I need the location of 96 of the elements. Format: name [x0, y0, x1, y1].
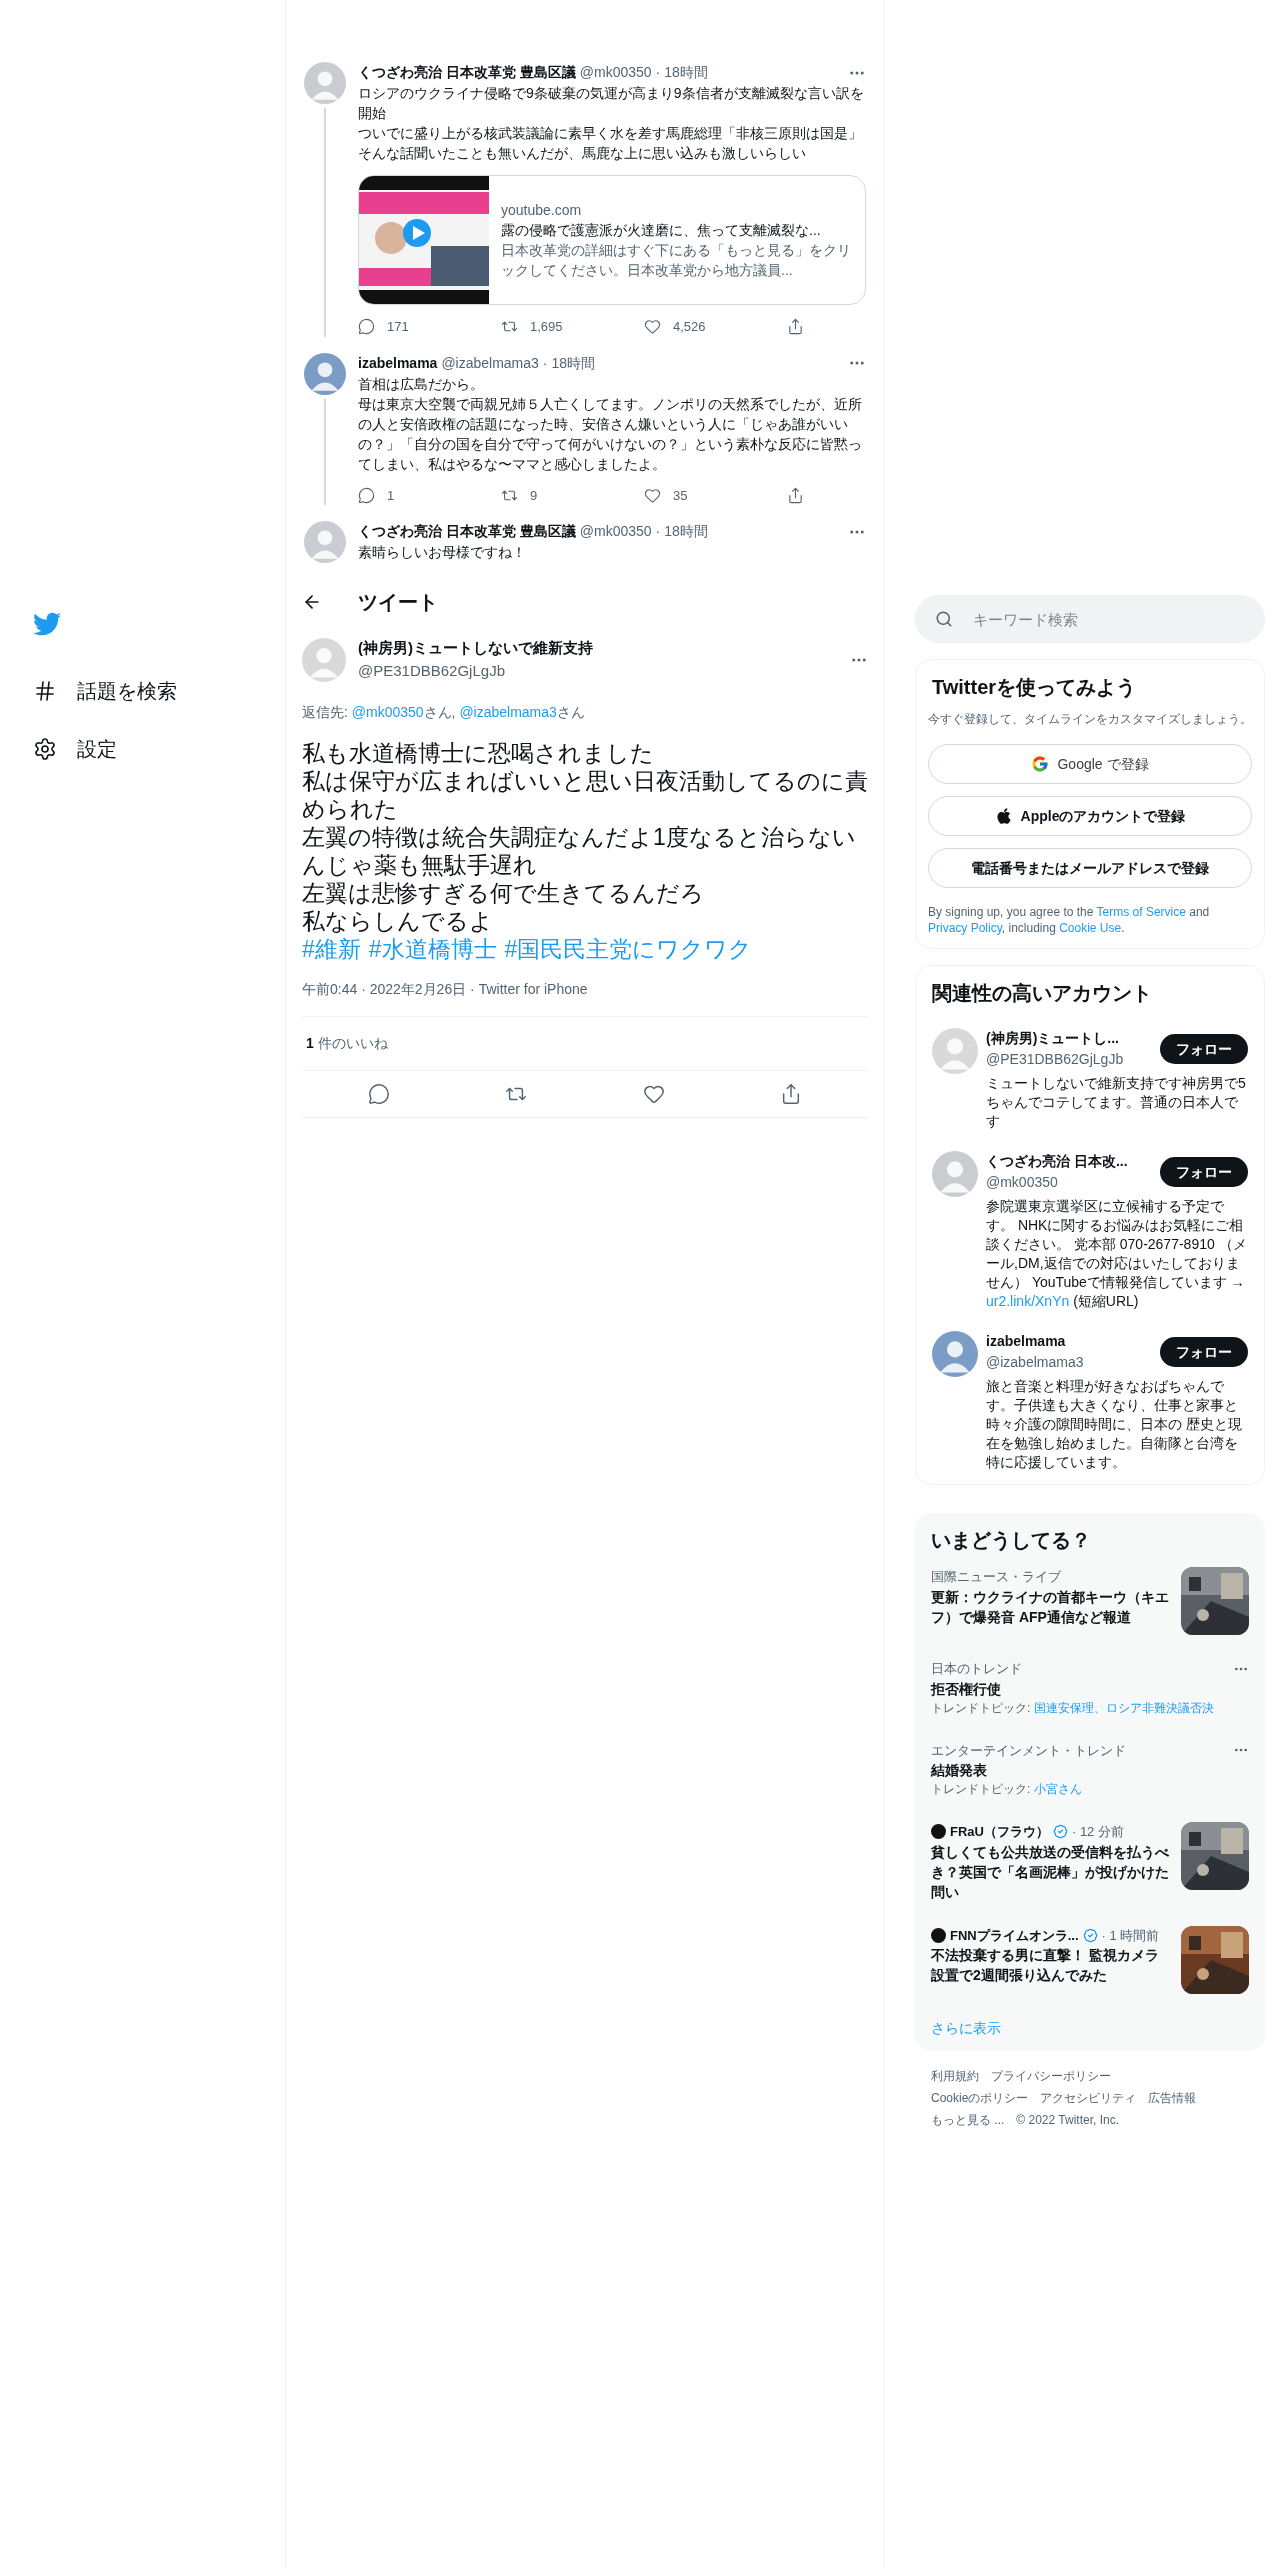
nav-item[interactable]: 設定 [33, 720, 285, 778]
like-icon[interactable] [644, 486, 661, 504]
reply-icon[interactable] [358, 318, 375, 336]
avatar[interactable] [304, 352, 346, 395]
account-handle: @PE31DBB62GjLgJb [986, 1050, 1125, 1069]
action-count: 4,526 [673, 318, 706, 336]
footer-link[interactable]: 広告情報 [1148, 2088, 1197, 2107]
article-time: · 12 分前 [1071, 1823, 1124, 1841]
reply-icon[interactable] [367, 1083, 390, 1105]
settings-icon [33, 737, 57, 761]
card-domain: youtube.com [501, 201, 583, 220]
author-name[interactable]: くつざわ亮治 日本改革党 豊島区議 [358, 62, 576, 83]
like-count[interactable]: 1 件のいいね [302, 1017, 868, 1071]
tweet-text: ロシアのウクライナ侵略で9条破棄の気運が高まり9条信者が支離滅裂な言い訳を開始 [358, 84, 865, 123]
action-count: 1,695 [530, 318, 563, 336]
account-name[interactable]: くつざわ亮治 日本改... [986, 1151, 1160, 1172]
trend-topics: トレンドトピック: 国連安保理、ロシア非難決議否決 [931, 1699, 1215, 1717]
trend-title[interactable]: 結婚発表 [931, 1760, 1249, 1780]
hashtag-icon [33, 679, 57, 703]
tweet-time: · 18時間 [655, 63, 708, 82]
footer-link[interactable]: プライバシーポリシー [991, 2066, 1111, 2085]
trend-title[interactable]: 更新：ウクライナの首都キーウ（キエフ）で爆発音 AFP通信など報道 [931, 1586, 1169, 1627]
author-handle: @izabelmama3 [441, 353, 539, 373]
author-handle: @mk00350 [579, 63, 652, 82]
copyright: © 2022 Twitter, Inc. [1016, 2111, 1120, 2129]
author-name[interactable]: くつざわ亮治 日本改革党 豊島区議 [358, 521, 576, 542]
search-field[interactable]: キーワード検索 [915, 595, 1265, 643]
tweet-text: 私も水道橋博士に恐喝されました [302, 739, 655, 767]
tweet-text: 首相は広島だから。 [358, 374, 485, 394]
account-name[interactable]: (神房男)ミュートし... [986, 1028, 1160, 1049]
card-description: 日本改革党の詳細はすぐ下にある「もっと見る」をクリックしてください。日本改革党から地方議員... [501, 241, 852, 280]
link-card[interactable]: youtube.com 露の侵略で護憲派が火達磨に、焦って支離滅裂な... 日本改革党の詳細はすぐ下にある「もっと見る」をクリックしてください。日本改革党から地方議員... [358, 175, 866, 305]
account-bio: ミュートしないで維新支持です神房男で5ちゃんでコテしてます。普通の日本人です [986, 1074, 1247, 1131]
source-name: FNNプライムオンラ... [950, 1926, 1079, 1945]
tweet-time: · 18時間 [655, 522, 708, 541]
follow-button[interactable]: フォロー [1160, 1034, 1248, 1064]
footer-link[interactable]: Cookieのポリシー [931, 2088, 1029, 2107]
card-heading: Twitterを使ってみよう [931, 675, 1138, 700]
verified-icon [1082, 1927, 1098, 1943]
author-handle: @mk00350 [579, 522, 652, 541]
tweet-time: · 18時間 [542, 353, 595, 373]
nav-item[interactable]: 話題を検索 [33, 662, 285, 720]
action-count: 1 [387, 486, 395, 505]
action-count: 9 [530, 486, 538, 505]
trend-context: 日本のトレンド [931, 1660, 1022, 1678]
tweet-text: ついでに盛り上がる核武装議論に素早く水を差す馬鹿総理「非核三原則は国是」そんな話聞いたことも無いんだが、馬鹿な上に思い込みも激しいらしい [358, 124, 863, 163]
reply-icon[interactable] [358, 486, 375, 504]
tweet-text: 私ならしんでるよ [302, 907, 494, 935]
tweet-meta: 午前0:44 · 2022年2月26日 · Twitter for iPhone [302, 979, 868, 1017]
trend-title[interactable]: 不法投棄する男に直撃！ 監視カメラ設置で2週間張り込んでみた [931, 1945, 1169, 1985]
account-bio: 旅と音楽と料理が好きなおばちゃんです。子供達も大きくなり、仕事と家事と時々介護の隙間時間に、日本の 歴史と現在を勉強し始めました。自衛隊と台湾を特に応援しています。 [986, 1377, 1243, 1472]
account-bio: 参院選東京選挙区に立候補する予定です。 NHKに関するお悩みはお気軽にご相談ください。 党本部 070-2677-8910 （メール,DM,返信での対応はいたしておりません） YouTubeで情報発信しています → ur2.link/XnYn (短縮URL) [986, 1197, 1248, 1311]
card-heading: 関連性の高いアカウント [931, 981, 1153, 1006]
follow-button[interactable]: フォロー [1160, 1157, 1248, 1187]
tweet-text: 私は保守が広まればいいと思い日夜活動してるのに責められた [302, 767, 868, 823]
account-handle: @izabelmama3 [986, 1353, 1085, 1372]
trend-topics: トレンドトピック: 小宮さん [931, 1781, 1083, 1798]
avatar[interactable] [932, 1331, 978, 1377]
trend-title[interactable]: 拒否権行使 [931, 1678, 1249, 1699]
search-icon [935, 610, 953, 628]
footer-link[interactable]: もっと見る ... [931, 2110, 1005, 2129]
tweet-text: 左翼は悲惨すぎる何で生きてるんだろ [302, 879, 705, 907]
google-logo-icon [1031, 755, 1050, 773]
reply-to-text: 返信先: @mk00350 さん, @izabelmama3 さん [302, 703, 586, 722]
apple-logo-icon [994, 807, 1013, 825]
terms-text: By signing up, you agree to the Terms of Service and Privacy Policy, including Cookie Use. [928, 904, 1211, 936]
tweet-text: 母は東京大空襲で両親兄姉５人亡くしてます。ノンポリの天然系でしたが、近所の人と安倍政権の話題になった時、安倍さん嫌いという人に「じゃあ誰がいいの？」「自分の国を自分で守って何がいけないの？」という素朴な反応に皆黙ってしまい、私はやるな〜ママと感心しましたよ。 [358, 394, 863, 474]
twitter-logo-icon[interactable] [33, 610, 61, 638]
footer-link[interactable]: 利用規約 [931, 2066, 979, 2085]
source-logo-icon [931, 1927, 946, 1943]
source-logo-icon [931, 1824, 946, 1840]
like-icon[interactable] [644, 318, 661, 336]
trend-title[interactable]: 貧しくても公共放送の受信料を払うべき？英国で「名画泥棒」が投げかけた問い [931, 1841, 1169, 1902]
share-icon[interactable] [787, 486, 804, 504]
card-heading: いまどうしてる？ [930, 1528, 1092, 1553]
trend-context: エンターテインメント・トレンド [931, 1741, 1126, 1760]
tweet-text: 左翼の特徴は統合失調症なんだよ1度なると治らないんじゃ薬も無駄手遅れ [302, 823, 857, 879]
footer-link[interactable]: アクセシビリティ [1040, 2088, 1137, 2107]
trend-context: 国際ニュース・ライブ [931, 1568, 1061, 1586]
article-time: · 1 時間前 [1101, 1926, 1160, 1945]
source-name: FRaU（フラウ） [950, 1823, 1049, 1841]
account-name[interactable]: izabelmama [986, 1331, 1160, 1352]
verified-icon [1052, 1824, 1068, 1840]
action-count: 171 [387, 318, 409, 336]
card-title: 露の侵略で護憲派が火達磨に、焦って支離滅裂な... [501, 221, 822, 240]
card-subtitle: 今すぐ登録して、タイムラインをカスタマイズしましょう。 [928, 711, 1252, 728]
follow-button[interactable]: フォロー [1160, 1337, 1248, 1367]
page-title: ツイート [358, 590, 438, 615]
author-handle: @PE31DBB62GjLgJb [358, 660, 506, 681]
action-count: 35 [673, 486, 688, 505]
share-icon[interactable] [787, 318, 804, 336]
author-name[interactable]: izabelmama [358, 352, 438, 374]
like-icon[interactable] [642, 1083, 665, 1105]
tweet-text: 素晴らしいお母様ですね！ [358, 543, 527, 562]
author-name[interactable]: (神房男)ミュートしないで維新支持 [358, 637, 593, 660]
account-handle: @mk00350 [986, 1173, 1059, 1192]
